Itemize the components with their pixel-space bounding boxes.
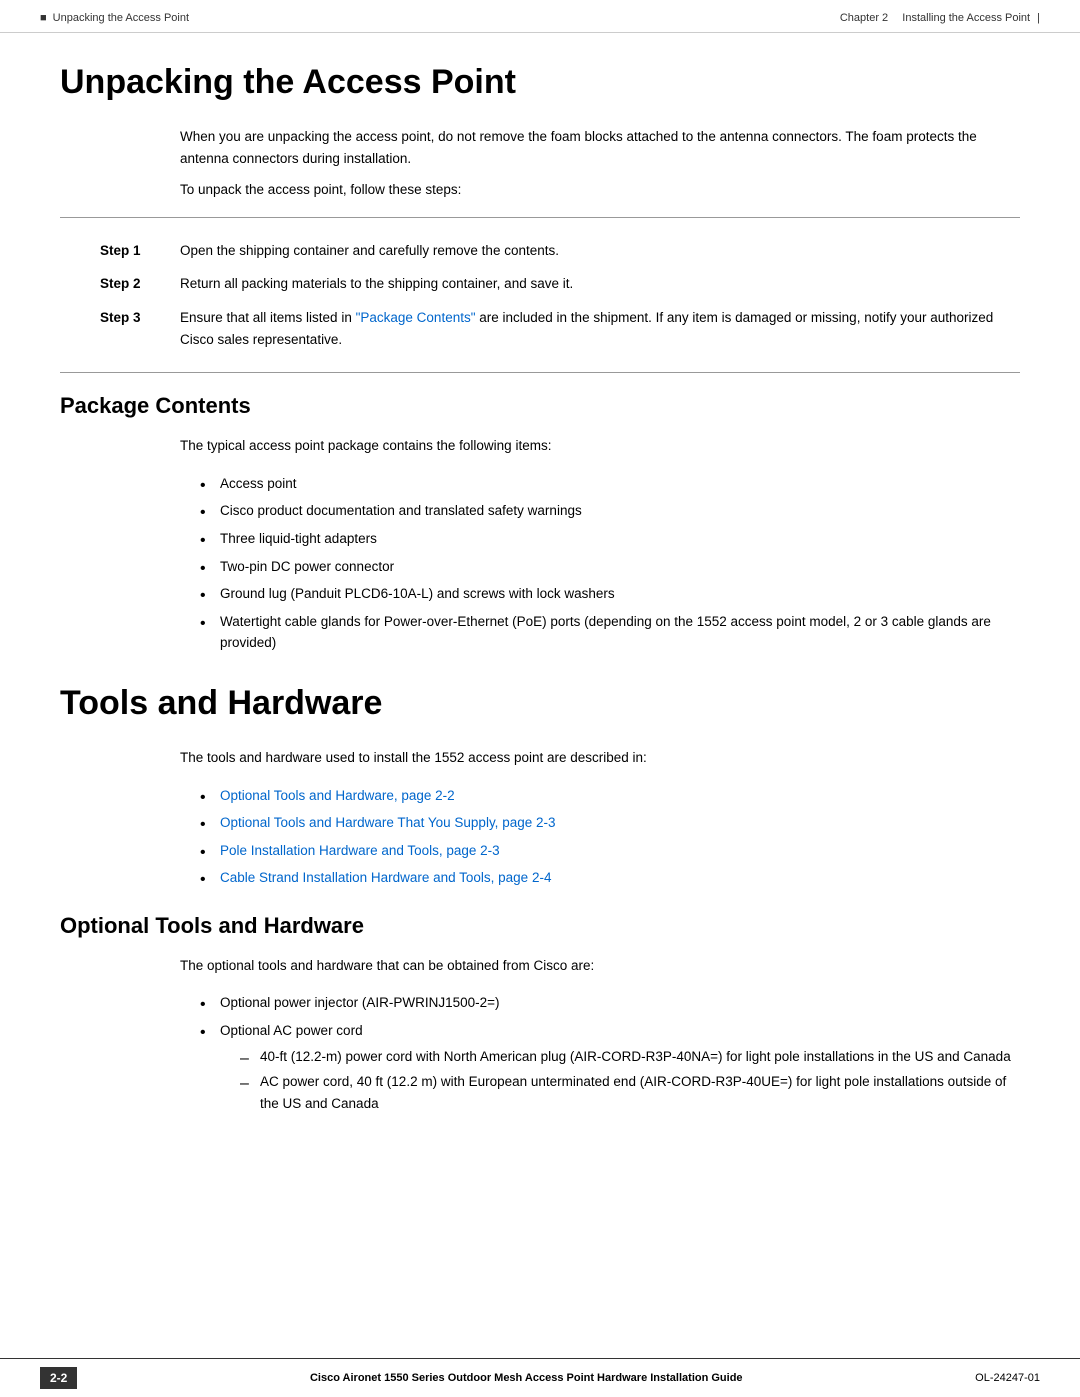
tools-link-1[interactable]: Optional Tools and Hardware, page 2-2 <box>220 788 455 803</box>
list-item: Optional Tools and Hardware, page 2-2 <box>200 785 1020 807</box>
header-bar: | <box>1034 12 1040 24</box>
optional-tools-sub-list: 40-ft (12.2-m) power cord with North Ame… <box>240 1046 1020 1115</box>
package-contents-heading: Package Contents <box>60 393 1020 419</box>
list-item: Two-pin DC power connector <box>200 556 1020 578</box>
tools-link-3[interactable]: Pole Installation Hardware and Tools, pa… <box>220 843 500 858</box>
optional-tools-heading: Optional Tools and Hardware <box>60 913 1020 939</box>
header-left: ■ Unpacking the Access Point <box>40 12 189 24</box>
footer-right-text: OL-24247-01 <box>975 1372 1040 1384</box>
step-3-label: Step 3 <box>100 307 180 329</box>
list-item: 40-ft (12.2-m) power cord with North Ame… <box>240 1046 1020 1068</box>
list-item: Three liquid-tight adapters <box>200 528 1020 550</box>
list-item: Ground lug (Panduit PLCD6-10A-L) and scr… <box>200 583 1020 605</box>
package-contents-link[interactable]: "Package Contents" <box>356 310 476 325</box>
list-item: AC power cord, 40 ft (12.2 m) with Europ… <box>240 1071 1020 1114</box>
tools-hardware-links-list: Optional Tools and Hardware, page 2-2 Op… <box>200 785 1020 889</box>
list-item: Optional AC power cord 40-ft (12.2-m) po… <box>200 1020 1020 1114</box>
header-separator <box>892 12 898 24</box>
tools-hardware-intro: The tools and hardware used to install t… <box>180 747 1020 769</box>
step-1-label: Step 1 <box>100 240 180 262</box>
package-contents-intro: The typical access point package contain… <box>180 435 1020 457</box>
step-2-content: Return all packing materials to the ship… <box>180 273 1020 295</box>
divider-top <box>60 217 1020 218</box>
optional-tools-intro: The optional tools and hardware that can… <box>180 955 1020 977</box>
page-header: ■ Unpacking the Access Point Chapter 2 I… <box>0 0 1080 33</box>
header-bullet: ■ <box>40 12 47 24</box>
step-row-3: Step 3 Ensure that all items listed in "… <box>60 301 1020 356</box>
intro-block: When you are unpacking the access point,… <box>180 126 1020 201</box>
list-item: Pole Installation Hardware and Tools, pa… <box>200 840 1020 862</box>
steps-container: Step 1 Open the shipping container and c… <box>60 234 1020 356</box>
page-wrapper: ■ Unpacking the Access Point Chapter 2 I… <box>0 0 1080 1397</box>
page-footer: 2-2 Cisco Aironet 1550 Series Outdoor Me… <box>0 1358 1080 1397</box>
list-item: Cisco product documentation and translat… <box>200 500 1020 522</box>
list-item: Watertight cable glands for Power-over-E… <box>200 611 1020 654</box>
tools-link-2[interactable]: Optional Tools and Hardware That You Sup… <box>220 815 555 830</box>
header-right: Chapter 2 Installing the Access Point | <box>840 12 1040 24</box>
optional-tools-intro-block: The optional tools and hardware that can… <box>180 955 1020 977</box>
optional-tools-list: Optional power injector (AIR-PWRINJ1500-… <box>200 992 1020 1114</box>
intro-paragraph-1: When you are unpacking the access point,… <box>180 126 1020 169</box>
tools-link-4[interactable]: Cable Strand Installation Hardware and T… <box>220 870 551 885</box>
step-row-1: Step 1 Open the shipping container and c… <box>60 234 1020 268</box>
tools-hardware-intro-block: The tools and hardware used to install t… <box>180 747 1020 769</box>
list-item: Optional Tools and Hardware That You Sup… <box>200 812 1020 834</box>
package-contents-intro-block: The typical access point package contain… <box>180 435 1020 457</box>
list-item: Cable Strand Installation Hardware and T… <box>200 867 1020 889</box>
footer-guide-title: Cisco Aironet 1550 Series Outdoor Mesh A… <box>310 1372 743 1384</box>
intro-paragraph-2: To unpack the access point, follow these… <box>180 179 1020 201</box>
step-row-2: Step 2 Return all packing materials to t… <box>60 267 1020 301</box>
header-chapter-label: Chapter 2 <box>840 12 888 24</box>
footer-page-number: 2-2 <box>40 1367 77 1389</box>
step-3-content: Ensure that all items listed in "Package… <box>180 307 1020 350</box>
footer-center-text: Cisco Aironet 1550 Series Outdoor Mesh A… <box>77 1372 975 1384</box>
step-2-label: Step 2 <box>100 273 180 295</box>
list-item: Access point <box>200 473 1020 495</box>
list-item: Optional power injector (AIR-PWRINJ1500-… <box>200 992 1020 1014</box>
tools-hardware-title: Tools and Hardware <box>60 684 1020 723</box>
step-1-content: Open the shipping container and carefull… <box>180 240 1020 262</box>
header-section-label: Unpacking the Access Point <box>53 12 189 24</box>
package-contents-list: Access point Cisco product documentation… <box>200 473 1020 654</box>
main-content: Unpacking the Access Point When you are … <box>0 33 1080 1358</box>
page-title: Unpacking the Access Point <box>60 63 1020 102</box>
divider-bottom <box>60 372 1020 373</box>
header-chapter-title: Installing the Access Point <box>902 12 1030 24</box>
